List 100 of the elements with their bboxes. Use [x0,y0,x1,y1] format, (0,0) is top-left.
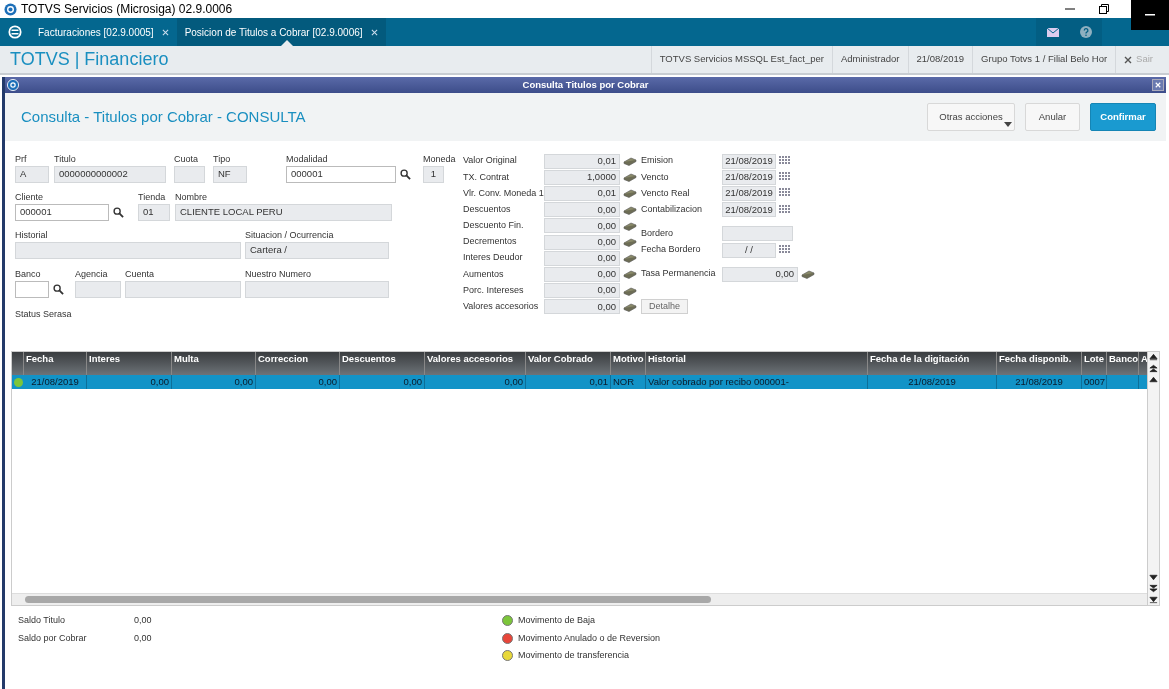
input-field: 0,00 [722,266,798,282]
money-icon[interactable] [623,220,637,231]
field-label: Banco [15,268,42,281]
help-icon [1079,26,1092,38]
field-label: Decrementos [463,235,518,249]
input-field[interactable]: 000001 [15,204,109,221]
input-field: CLIENTE LOCAL PERU [175,204,392,221]
actions-menu-button[interactable]: Otras acciones [927,103,1015,131]
field-label: Porc. Intereses [463,283,525,297]
field-label: Valores accesorios [463,300,540,314]
field-label: Nuestro Numero [245,268,313,281]
header-info: 21/08/2019 [907,46,973,73]
total-value: 0,00 [134,614,152,627]
field-label: Fecha Bordero [641,243,702,257]
table-cell: 21/08/2019 [868,375,997,389]
close-icon [1155,82,1161,88]
legend-label: Movimento de Baja [518,614,596,627]
money-icon[interactable] [623,188,637,199]
arrow-up-icon[interactable] [1148,352,1159,363]
field-label: Emision [641,154,674,168]
total-label: Saldo por Cobrar [18,631,88,645]
close-icon[interactable] [1124,55,1133,64]
calendar-icon[interactable] [779,203,791,216]
detail-button[interactable]: Detalhe [641,299,688,315]
arrow-up-icon[interactable] [1148,363,1159,374]
table-cell: 0,00 [256,375,340,389]
input-field [722,226,793,242]
amount-field: 0,00 [544,299,620,315]
arrow-down-icon[interactable] [1148,572,1159,583]
field-label: Contabilizacion [641,202,704,216]
table-cell: 0,00 [425,375,526,389]
app-logo-icon [4,2,17,16]
field-label: Cuenta [125,268,156,281]
arrow-down-icon[interactable] [1148,583,1159,594]
date-field: 21/08/2019 [722,169,776,185]
money-icon[interactable] [623,269,637,280]
money-icon[interactable] [623,156,637,167]
arrow-down-icon[interactable] [1148,594,1159,605]
mail-button[interactable] [1036,18,1069,46]
tab[interactable]: Facturaciones [02.9.0005] [30,18,177,46]
money-icon[interactable] [623,172,637,183]
input-field: A [15,166,49,183]
field-label: Interes Deudor [463,251,524,265]
legend-label: Movimento Anulado o de Reversion [518,631,661,645]
money-icon[interactable] [623,253,637,264]
amount-field: 0,01 [544,153,620,169]
app-title: TOTVS | Financiero [9,48,169,71]
field-label: Nombre [175,191,208,204]
amount-field: 0,00 [544,234,620,250]
money-icon[interactable] [623,237,637,248]
input-field: 1 [423,166,444,183]
money-icon[interactable] [623,301,637,312]
field-label: Tasa Permanencia [641,267,717,281]
close-button[interactable] [1152,79,1164,91]
field-label: Titulo [54,153,77,166]
table-cell: 0,00 [87,375,172,389]
table-cell: NOR [611,375,646,389]
amount-field: 1,0000 [544,169,620,185]
input-field: Cartera / [245,242,389,259]
search-icon[interactable] [113,207,124,218]
field-label: Aumentos [463,267,505,281]
table-row[interactable]: 21/08/2019 0,00 0,00 0,00 0,00 0,00 0,01 NOR Valor cobrado por recibo 000001- 21/08/2019 21/08/2019 0007 [12,375,1147,389]
search-icon[interactable] [53,284,64,295]
header-info: Administrador [831,46,908,73]
field-label: TX. Contrat [463,170,510,184]
vertical-scrollbar[interactable] [1147,352,1159,605]
dialog-icon [7,79,19,91]
window-title: TOTVS Servicios (Microsiga) 02.9.0006 [21,1,233,18]
money-icon[interactable] [801,269,815,280]
input-field[interactable] [15,281,49,298]
table-cell: Valor cobrado por recibo 000001- [646,375,868,389]
money-icon[interactable] [623,204,637,215]
date-field: / / [722,242,776,258]
field-label: Descuentos [463,202,512,216]
field-label: Prf [15,153,28,166]
field-label: Vlr. Conv. Moneda 1 [463,186,544,200]
field-label: Bordero [641,227,675,241]
total-label: Saldo Titulo [18,614,67,627]
amount-field: 0,00 [544,250,620,266]
table-cell: 21/08/2019 [24,375,87,389]
legend-label: Movimento de transferencia [518,649,630,662]
amount-field: 0,01 [544,185,620,201]
money-icon[interactable] [623,285,637,296]
field-label: Agencia [75,268,109,281]
arrow-up-icon[interactable] [1148,374,1159,385]
field-label: Vencto [641,170,670,184]
search-icon[interactable] [400,169,411,180]
cancel-button[interactable]: Anular [1025,103,1080,131]
total-value: 0,00 [134,631,152,645]
input-field[interactable]: 000001 [286,166,396,183]
date-field: 21/08/2019 [722,185,776,201]
minimize-icon [1145,14,1155,16]
field-label: Tienda [138,191,167,204]
date-field: 21/08/2019 [722,202,776,218]
tab[interactable]: Posicion de Titulos a Cobrar [02.9.0006] [176,18,386,46]
date-field: 21/08/2019 [722,153,776,169]
horizontal-scrollbar[interactable] [12,593,1147,605]
field-label: Valor Original [463,154,518,168]
table-cell: 0,01 [526,375,611,389]
input-field: 01 [138,204,170,221]
